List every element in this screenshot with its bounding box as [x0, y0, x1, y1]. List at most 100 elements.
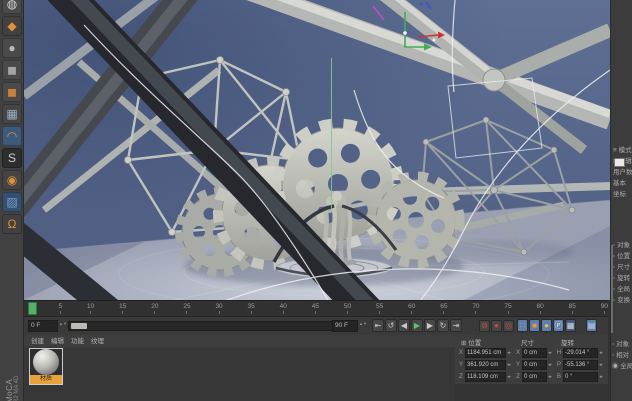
material-menu-item[interactable]: 功能 [71, 337, 84, 347]
record-parameter-toggle[interactable]: Ⓟ [553, 319, 564, 332]
current-frame-field[interactable]: 0 F [28, 320, 58, 332]
axis-label: B [556, 374, 561, 380]
edges-mode-icon[interactable]: ◠ [2, 126, 22, 146]
rotation-field[interactable]: 0 ° [563, 372, 598, 382]
autokey-button[interactable]: ● [491, 320, 502, 332]
field-spinner[interactable]: ◂▸ [507, 350, 514, 356]
frame-spinner[interactable]: ▲▼ [59, 321, 67, 331]
record-scale-toggle[interactable]: ■ [529, 319, 540, 332]
attribute-tab[interactable]: ≡ 模式 [613, 145, 632, 156]
rotation-field[interactable]: -55.136 ° [563, 360, 598, 370]
coordinate-row: X 1184.951 cm ◂▸ X 0 cm ◂▸ H -29.014 ° ◂… [458, 348, 608, 358]
texture-mode-icon[interactable]: ◼ [2, 82, 22, 102]
record-rotation-toggle[interactable]: ● [541, 319, 552, 332]
position-field[interactable]: 118.109 cm [465, 372, 506, 382]
attribute-row[interactable]: ◦ 旋转 [613, 273, 632, 284]
field-spinner[interactable]: ◂▸ [548, 350, 555, 356]
rotation-field[interactable]: -29.014 ° [563, 348, 598, 358]
coordinate-mode-option[interactable]: ◦ 对象 [612, 339, 632, 350]
field-spinner[interactable]: ◂▸ [548, 362, 555, 368]
timeline-tick: 5 [59, 303, 63, 314]
coordinate-row: Y 361.920 cm ◂▸ Y 0 cm ◂▸ P -55.136 ° ◂▸ [458, 360, 608, 370]
axis-label: H [556, 350, 562, 356]
position-header: ⊞ 位置 [461, 340, 482, 347]
attribute-tab[interactable]: 用户数据 [613, 167, 632, 178]
timeline-tick: 60 [408, 303, 415, 314]
timeline-tick: 15 [119, 303, 126, 314]
watermark: MoCA R2 MA 4D [0, 337, 24, 401]
record-pla-toggle[interactable]: ▦ [565, 319, 576, 332]
texture-axis-icon[interactable]: ▨ [2, 192, 22, 212]
left-toolbar: ◍ ◆ ● ◼ ◼ ▦ ◠ S ◉ ▨ Ω MoCA R2 MA 4D [0, 0, 24, 401]
field-spinner[interactable]: ◂▸ [599, 362, 606, 368]
axis-label: Z [459, 374, 463, 380]
material-thumbnail[interactable] [30, 349, 62, 375]
timeline-tick: 90 [601, 303, 608, 314]
model-mode-icon[interactable]: ● [2, 38, 22, 58]
field-spinner[interactable]: ◂▸ [507, 362, 514, 368]
attribute-row[interactable]: ◦ 位置 [613, 251, 632, 262]
material-menu-item[interactable]: 纹理 [91, 337, 104, 347]
next-key-button[interactable]: ↻ [437, 319, 449, 332]
points-mode-icon[interactable]: ▦ [2, 104, 22, 124]
coordinate-mode-option[interactable]: ◦ 相对 [612, 350, 632, 361]
field-spinner[interactable]: ◂▸ [599, 374, 606, 380]
axis-label: X [458, 350, 463, 356]
size-field[interactable]: 0 cm [522, 372, 547, 382]
record-position-toggle[interactable]: ∷ [517, 319, 528, 332]
viewport-3d[interactable] [24, 0, 610, 300]
timeline-range-slider[interactable] [68, 321, 350, 331]
material-name-label[interactable]: 材质 [30, 375, 62, 384]
snap-icon[interactable]: ◉ [2, 170, 22, 190]
prev-frame-button[interactable]: ◀ [398, 319, 410, 332]
keyframe-filter-toggle[interactable]: ▤ [586, 319, 597, 332]
keyframe-selection-button[interactable]: ◎ [503, 320, 514, 332]
field-spinner[interactable]: ◂▸ [507, 374, 514, 380]
material-swatch[interactable] [614, 158, 625, 167]
goto-start-button[interactable]: ⇤ [372, 319, 384, 332]
scene-render [24, 0, 610, 300]
next-frame-button[interactable]: ▶ [424, 319, 436, 332]
timeline-tick: 55 [376, 303, 383, 314]
end-frame-spinner[interactable]: ▲▼ [359, 321, 367, 331]
axis-label: Y [458, 362, 463, 368]
field-spinner[interactable]: ◂▸ [599, 350, 606, 356]
goto-end-button[interactable]: ⇥ [450, 319, 462, 332]
attribute-row[interactable]: ◦ 全局 [613, 284, 632, 295]
content-icon[interactable]: Ω [2, 214, 22, 234]
make-editable-icon[interactable]: ◍ [2, 0, 22, 14]
material-menu-item[interactable]: 编辑 [51, 337, 64, 347]
timeline-tick: 30 [215, 303, 222, 314]
timeline-tick: 65 [440, 303, 447, 314]
timeline-tick: 20 [151, 303, 158, 314]
range-slider-thumb[interactable] [71, 323, 87, 329]
attribute-tab[interactable]: 坐标 [613, 189, 632, 200]
coordinates-footer [455, 384, 608, 401]
record-objects-button[interactable]: ⊘ [479, 320, 490, 332]
coordinate-mode-option[interactable]: ◉ 全局 [612, 361, 632, 372]
panel-scrollbar[interactable] [611, 245, 613, 333]
prev-key-button[interactable]: ↺ [385, 319, 397, 332]
timeline-tick: 70 [472, 303, 479, 314]
timeline-ruler[interactable]: 0 5 10 15 20 25 30 35 40 45 50 55 [24, 300, 610, 317]
workplane-icon[interactable]: ◆ [2, 16, 22, 36]
object-mode-icon[interactable]: ◼ [2, 60, 22, 80]
end-frame-field[interactable]: 90 F [332, 320, 358, 332]
timeline-playhead[interactable] [28, 302, 37, 315]
play-button[interactable]: ▶ [411, 319, 423, 332]
field-spinner[interactable]: ◂▸ [548, 374, 555, 380]
attribute-row[interactable]: ◦ 对象 [613, 240, 632, 251]
material-list[interactable]: 材质 [24, 347, 455, 401]
attribute-row[interactable]: ◦ 尺寸 [613, 262, 632, 273]
position-field[interactable]: 361.920 cm [465, 360, 506, 370]
size-field[interactable]: 0 cm [522, 360, 547, 370]
timeline-tick: 85 [569, 303, 576, 314]
attribute-tab[interactable]: 基本 [613, 178, 632, 189]
attribute-row[interactable]: ◦ 变换 [613, 295, 632, 306]
polygons-mode-icon[interactable]: S [2, 148, 22, 168]
size-field[interactable]: 0 cm [522, 348, 547, 358]
position-field[interactable]: 1184.951 cm [465, 348, 506, 358]
material-menu-item[interactable]: 创建 [31, 337, 44, 347]
timeline-tick: 75 [504, 303, 511, 314]
material-item[interactable]: 材质 [29, 348, 63, 385]
